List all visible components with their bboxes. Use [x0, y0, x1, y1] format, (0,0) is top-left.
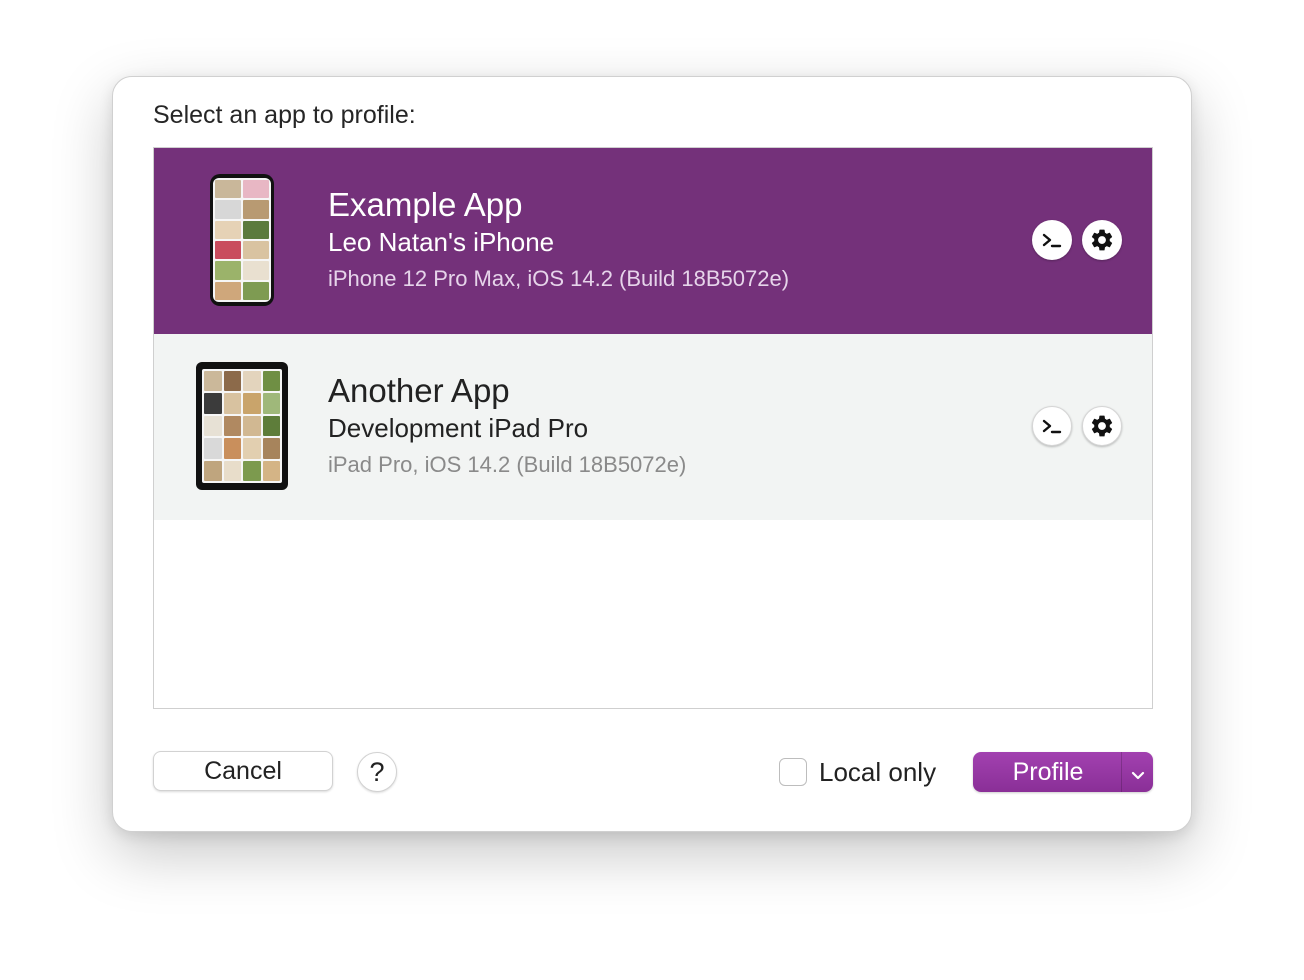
dialog-prompt: Select an app to profile:: [153, 101, 416, 129]
terminal-button[interactable]: [1032, 220, 1072, 260]
profile-button-label[interactable]: Profile: [973, 752, 1123, 792]
local-only-checkbox[interactable]: [779, 758, 807, 786]
gear-icon: [1089, 413, 1115, 439]
local-only-label[interactable]: Local only: [819, 757, 936, 788]
profile-button[interactable]: Profile: [973, 752, 1153, 792]
chevron-down-icon: [1131, 758, 1145, 787]
iphone-thumbnail: [210, 174, 274, 306]
device-name: Development iPad Pro: [328, 413, 589, 443]
app-title: Another App: [328, 372, 510, 409]
terminal-button[interactable]: [1032, 406, 1072, 446]
gear-icon: [1089, 227, 1115, 253]
cancel-button[interactable]: Cancel: [153, 751, 333, 791]
device-details: iPad Pro, iOS 14.2 (Build 18B5072e): [328, 452, 687, 477]
app-title: Example App: [328, 186, 523, 223]
terminal-icon: [1041, 231, 1063, 249]
terminal-icon: [1041, 417, 1063, 435]
app-row-another-app[interactable]: Another App Development iPad Pro iPad Pr…: [154, 334, 1152, 520]
device-details: iPhone 12 Pro Max, iOS 14.2 (Build 18B50…: [328, 266, 790, 291]
app-row-example-app[interactable]: Example App Leo Natan's iPhone iPhone 12…: [154, 148, 1152, 334]
settings-button[interactable]: [1082, 406, 1122, 446]
help-button[interactable]: ?: [357, 752, 397, 792]
app-list[interactable]: Example App Leo Natan's iPhone iPhone 12…: [153, 147, 1153, 709]
ipad-thumbnail: [196, 362, 288, 490]
profile-menu-toggle[interactable]: [1122, 752, 1153, 792]
settings-button[interactable]: [1082, 220, 1122, 260]
device-name: Leo Natan's iPhone: [328, 227, 555, 257]
choose-target-dialog: Select an app to profile: Example App Le…: [112, 76, 1192, 832]
